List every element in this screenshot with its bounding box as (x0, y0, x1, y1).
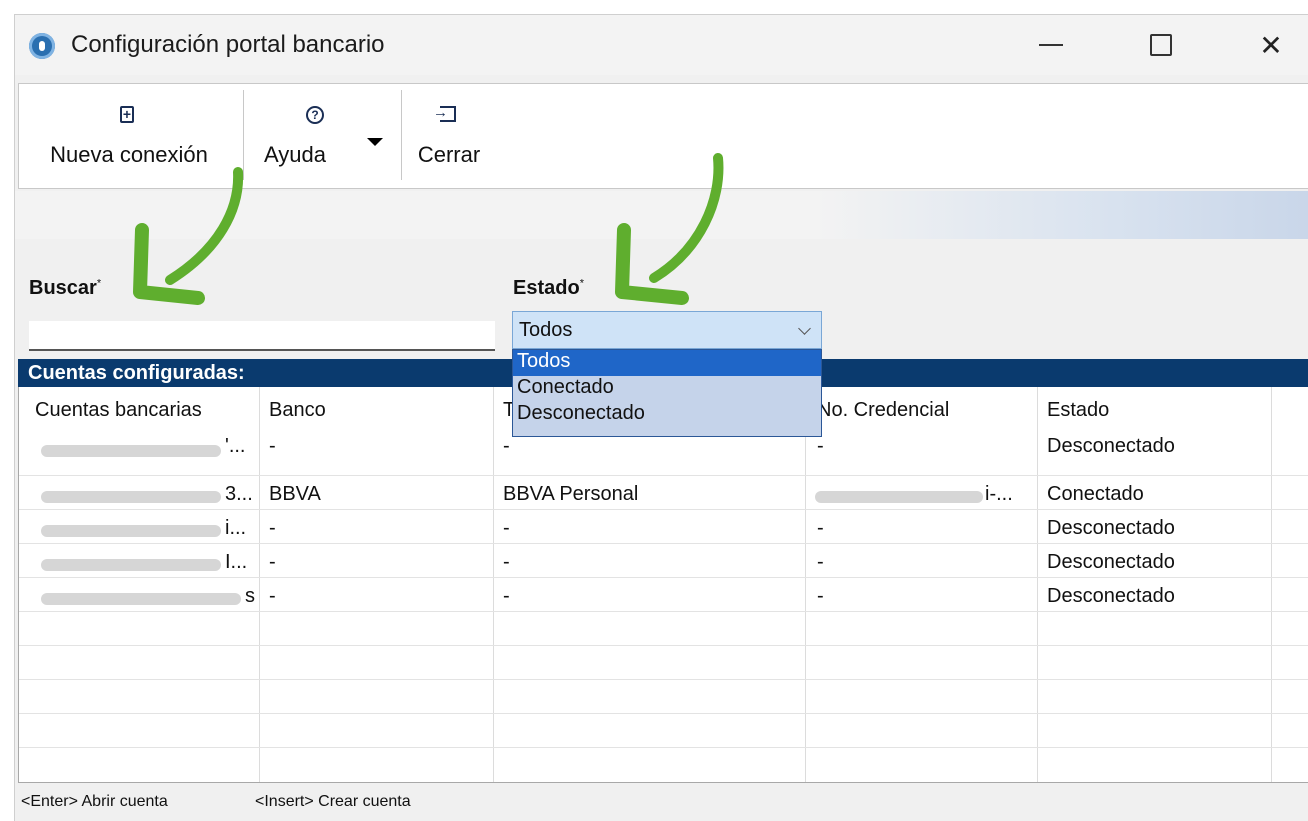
masked-account-number (41, 525, 221, 537)
bank-cell: BBVA (269, 483, 321, 505)
column-header-accounts[interactable]: Cuentas bancarias (35, 399, 202, 422)
row-divider (19, 509, 1308, 510)
masked-account-number (41, 445, 221, 457)
gradient-band (15, 191, 1308, 239)
status-filter-label: Estado* (513, 277, 584, 299)
help-icon: ? (306, 106, 324, 124)
masked-account-number (41, 593, 241, 605)
row-divider (19, 747, 1308, 748)
toolbar: Nueva conexión ? Ayuda Cerrar (18, 83, 1308, 189)
status-cell: Desconectado (1047, 585, 1175, 607)
close-button[interactable]: Cerrar (399, 84, 499, 188)
credential-cell: - (817, 551, 824, 573)
status-option-desconectado[interactable]: Desconectado (517, 402, 645, 425)
app-logo-icon (29, 33, 55, 59)
file-plus-icon (120, 106, 134, 123)
bank-cell: - (269, 585, 276, 607)
row-divider (19, 679, 1308, 680)
column-header-credential[interactable]: No. Credencial (817, 399, 949, 422)
type-cell: - (503, 435, 510, 457)
masked-credential (815, 491, 983, 503)
close-window-button[interactable]: ✕ (1243, 25, 1299, 65)
status-select-value: Todos (519, 319, 573, 341)
status-cell: Desconectado (1047, 551, 1175, 573)
column-divider (259, 387, 260, 782)
search-label: Buscar* (29, 277, 102, 299)
credential-cell: - (817, 517, 824, 539)
row-divider (19, 611, 1308, 612)
masked-account-number (41, 559, 221, 571)
column-header-bank[interactable]: Banco (269, 399, 326, 422)
footer-hint-open: <Enter> Abrir cuenta (21, 793, 168, 810)
row-divider (19, 543, 1308, 544)
status-select[interactable]: Todos (512, 311, 822, 349)
app-window: Configuración portal bancario ✕ Nueva co… (14, 14, 1308, 821)
credential-cell: - (817, 585, 824, 607)
account-cell: 3... (225, 483, 253, 505)
row-divider (19, 475, 1308, 476)
new-connection-button[interactable]: Nueva conexión (29, 84, 229, 188)
help-dropdown-arrow-icon[interactable] (367, 138, 383, 146)
status-cell: Desconectado (1047, 435, 1175, 457)
minimize-button[interactable] (1023, 25, 1079, 65)
help-label: Ayuda (264, 142, 326, 167)
type-cell: BBVA Personal (503, 483, 639, 505)
account-cell: '... (225, 435, 246, 457)
column-divider (805, 387, 806, 782)
row-divider (19, 577, 1308, 578)
title-bar: Configuración portal bancario ✕ (15, 15, 1308, 75)
status-dropdown-list: Todos Conectado Desconectado (512, 349, 822, 437)
masked-account-number (41, 491, 221, 503)
credential-cell: i-... (985, 483, 1013, 505)
column-header-status[interactable]: Estado (1047, 399, 1109, 422)
accounts-table: Cuentas bancarias Banco T No. Credencial… (18, 387, 1308, 783)
status-option-todos[interactable]: Todos (513, 350, 821, 376)
account-cell: i... (225, 517, 247, 539)
help-button[interactable]: ? Ayuda (245, 84, 385, 188)
maximize-button[interactable] (1133, 25, 1189, 65)
window-title: Configuración portal bancario (71, 31, 385, 58)
type-cell: - (503, 517, 510, 539)
credential-cell: - (817, 435, 824, 457)
new-connection-label: Nueva conexión (50, 142, 208, 167)
type-cell: - (503, 551, 510, 573)
footer-hint-create: <Insert> Crear cuenta (255, 793, 411, 810)
search-input[interactable] (29, 321, 495, 351)
chevron-down-icon[interactable] (798, 322, 811, 335)
close-label: Cerrar (417, 142, 481, 167)
bank-cell: - (269, 435, 276, 457)
section-title: Cuentas configuradas: (28, 362, 245, 384)
bank-cell: - (269, 551, 276, 573)
status-option-conectado[interactable]: Conectado (517, 376, 614, 399)
type-cell: - (503, 585, 510, 607)
status-cell: Desconectado (1047, 517, 1175, 539)
account-cell: I... (225, 551, 248, 573)
account-cell: s (245, 585, 255, 607)
row-divider (19, 713, 1308, 714)
status-cell: Conectado (1047, 483, 1144, 505)
column-divider (493, 387, 494, 782)
row-divider (19, 645, 1308, 646)
column-divider (1271, 387, 1272, 782)
column-divider (1037, 387, 1038, 782)
exit-icon (433, 104, 456, 122)
bank-cell: - (269, 517, 276, 539)
